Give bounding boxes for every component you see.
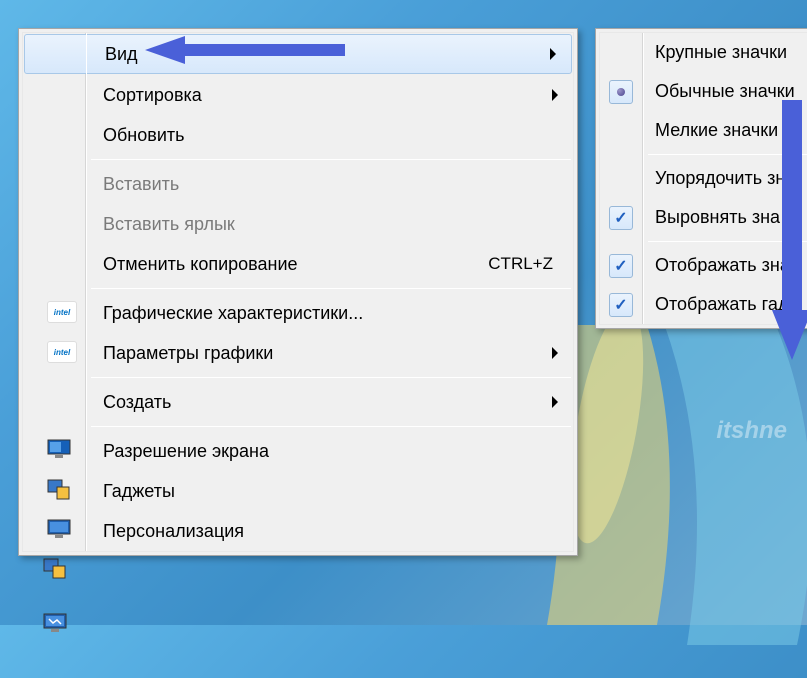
menu-label: Сортировка [103,85,553,106]
intel-icon: intel [47,301,71,325]
menu-separator [91,377,571,378]
menu-label: Персонализация [103,521,553,542]
checkmark-icon: ✓ [609,254,633,278]
checkmark-icon: ✓ [609,293,633,317]
chevron-right-icon [552,89,558,101]
menu-label: Вставить [103,174,553,195]
chevron-right-icon [552,347,558,359]
menu-item-personalize[interactable]: Персонализация [23,511,573,551]
monitor-icon [47,439,71,463]
menu-separator [91,426,571,427]
menu-label: Отменить копирование [103,254,488,275]
menu-item-paste: Вставить [23,164,573,204]
menu-separator [91,159,571,160]
menu-separator [91,288,571,289]
gadgets-icon [47,479,71,503]
menu-label: Обычные значки [655,81,807,102]
intel-icon: intel [47,341,71,365]
menu-item-graphics-params[interactable]: intel Параметры графики [23,333,573,373]
menu-label: Обновить [103,125,553,146]
submenu-item-large-icons[interactable]: Крупные значки [600,33,807,72]
menu-label: Вид [105,44,551,65]
radio-selected-icon [609,80,633,104]
menu-label: Крупные значки [655,42,807,63]
chevron-right-icon [550,48,556,60]
watermark: itshne [716,417,787,445]
menu-item-resolution[interactable]: Разрешение экрана [23,431,573,471]
menu-label: Вставить ярлык [103,214,553,235]
menu-item-refresh[interactable]: Обновить [23,115,573,155]
menu-label: Разрешение экрана [103,441,553,462]
checkmark-icon: ✓ [609,206,633,230]
menu-label: Параметры графики [103,343,553,364]
menu-label: Графические характеристики... [103,303,553,324]
menu-item-graphics-props[interactable]: intel Графические характеристики... [23,293,573,333]
desktop-icon-personalize[interactable] [35,603,75,643]
menu-shortcut: CTRL+Z [488,254,553,274]
menu-item-gadgets[interactable]: Гаджеты [23,471,573,511]
chevron-right-icon [552,396,558,408]
menu-item-undo-copy[interactable]: Отменить копирование CTRL+Z [23,244,573,284]
annotation-arrow-right [772,100,807,363]
menu-item-view[interactable]: Вид [24,34,572,74]
personalize-icon [47,519,71,543]
menu-item-paste-shortcut: Вставить ярлык [23,204,573,244]
menu-label: Гаджеты [103,481,553,502]
menu-label: Создать [103,392,553,413]
menu-item-sort[interactable]: Сортировка [23,75,573,115]
menu-item-new[interactable]: Создать [23,382,573,422]
desktop-context-menu: Вид Сортировка Обновить Вставить Вставит… [18,28,578,556]
